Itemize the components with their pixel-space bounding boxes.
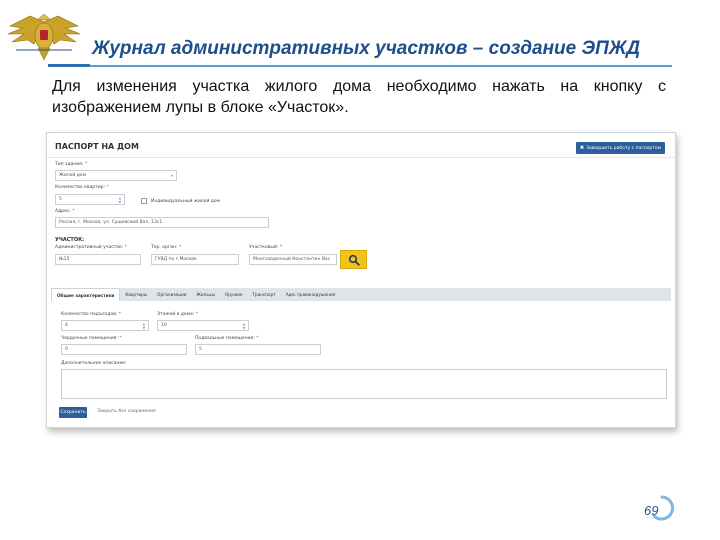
apartments-count-value: 5 bbox=[59, 197, 62, 202]
magnifier-icon bbox=[348, 254, 360, 266]
stepper-arrows-icon[interactable]: ▲ ▼ bbox=[119, 196, 121, 204]
attic-rooms-label: Чердачные помещения: * bbox=[61, 336, 122, 341]
territorial-body-field[interactable]: ГУВД по г.Москве bbox=[151, 254, 239, 265]
tab-organizations[interactable]: Организации bbox=[152, 288, 191, 301]
title-divider bbox=[48, 65, 672, 67]
basement-rooms-label: Подвальные помещения: * bbox=[195, 336, 259, 341]
entrances-value: 4 bbox=[65, 323, 68, 328]
tab-residents[interactable]: Жильцы bbox=[191, 288, 220, 301]
form-heading: ПАСПОРТ НА ДОМ bbox=[55, 142, 139, 151]
tab-offenses[interactable]: Адм. правонарушения bbox=[281, 288, 340, 301]
passport-tabs: Общие характеристики Квартиры Организаци… bbox=[51, 288, 671, 301]
finish-passport-label: Завершить работу с паспортом bbox=[586, 145, 662, 151]
basement-rooms-value: 5 bbox=[199, 347, 202, 352]
entrances-label: Количество подъездов: * bbox=[61, 312, 121, 317]
territorial-body-value: ГУВД по г.Москве bbox=[155, 257, 197, 262]
single-family-label: Индивидуальный жилой дом bbox=[151, 199, 221, 204]
address-field[interactable]: Россия, г. Москва, ул. Сущевский Вал, 13… bbox=[55, 217, 269, 228]
extra-description-label: Дополнительное описание: bbox=[61, 361, 127, 366]
district-search-button[interactable] bbox=[340, 250, 367, 269]
title-divider-accent bbox=[48, 64, 90, 67]
save-button[interactable]: Сохранить bbox=[59, 407, 87, 418]
stepper-arrows-icon[interactable]: ▲ ▼ bbox=[143, 322, 145, 330]
apartments-count-label: Количество квартир: * bbox=[55, 185, 109, 190]
tab-general[interactable]: Общие характеристики bbox=[51, 288, 121, 301]
officer-label: Участковый: * bbox=[249, 245, 283, 250]
officer-field[interactable]: Многозадачный Константин Вас bbox=[249, 254, 337, 265]
attic-rooms-field[interactable]: 0 bbox=[61, 344, 187, 355]
extra-description-textarea[interactable] bbox=[61, 369, 667, 399]
floors-value: 10 bbox=[161, 323, 167, 328]
instruction-text: Для изменения участка жилого дома необхо… bbox=[52, 78, 666, 116]
building-type-select[interactable]: Жилой дом ▾ bbox=[55, 170, 177, 181]
close-icon: ✖ bbox=[579, 145, 585, 151]
header-divider bbox=[47, 157, 675, 158]
chevron-down-icon: ▾ bbox=[170, 173, 173, 178]
stepper-arrows-icon[interactable]: ▲ ▼ bbox=[243, 322, 245, 330]
floors-stepper[interactable]: 10 ▲ ▼ bbox=[157, 320, 249, 331]
page-number: 69 bbox=[644, 503, 659, 518]
floors-label: Этажей в доме: * bbox=[157, 312, 199, 317]
tab-transport[interactable]: Транспорт bbox=[247, 288, 280, 301]
slide-title: Журнал административных участков – созда… bbox=[92, 38, 641, 59]
double-headed-eagle-emblem bbox=[7, 13, 81, 61]
tab-apartments[interactable]: Квартиры bbox=[120, 288, 152, 301]
finish-passport-button[interactable]: ✖ Завершить работу с паспортом bbox=[576, 142, 665, 154]
territorial-body-label: Тер. орган: * bbox=[151, 245, 182, 250]
district-section-title: УЧАСТОК: bbox=[55, 237, 85, 243]
close-without-saving-link[interactable]: Закрыть без сохранения bbox=[97, 409, 156, 414]
entrances-stepper[interactable]: 4 ▲ ▼ bbox=[61, 320, 149, 331]
building-type-label: Тип здания: * bbox=[55, 162, 88, 167]
admin-district-field[interactable]: №15 bbox=[55, 254, 141, 265]
address-label: Адрес: * bbox=[55, 209, 75, 214]
single-family-checkbox[interactable] bbox=[141, 198, 147, 204]
passport-form-screenshot: ПАСПОРТ НА ДОМ ✖ Завершить работу с пасп… bbox=[46, 132, 676, 428]
apartments-count-stepper[interactable]: 5 ▲ ▼ bbox=[55, 194, 125, 205]
address-value: Россия, г. Москва, ул. Сущевский Вал, 13… bbox=[59, 220, 163, 225]
admin-district-label: Административный участок: * bbox=[55, 245, 127, 250]
officer-value: Многозадачный Константин Вас bbox=[253, 257, 331, 262]
tab-weapons[interactable]: Оружие bbox=[220, 288, 248, 301]
building-type-value: Жилой дом bbox=[59, 173, 87, 178]
attic-rooms-value: 0 bbox=[65, 347, 68, 352]
basement-rooms-field[interactable]: 5 bbox=[195, 344, 321, 355]
admin-district-value: №15 bbox=[59, 257, 70, 262]
